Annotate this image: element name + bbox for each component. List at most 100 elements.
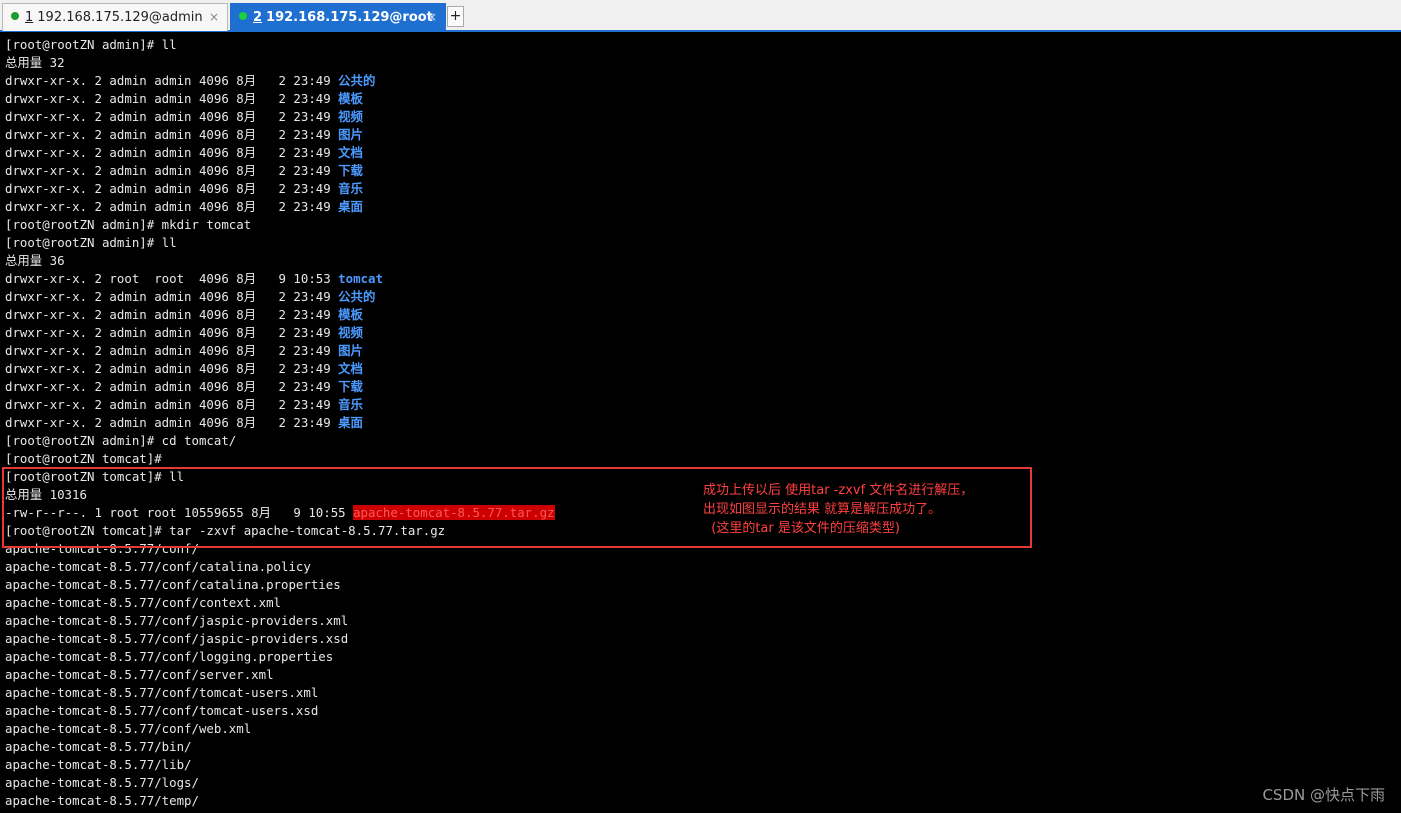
terminal-line: apache-tomcat-8.5.77/conf/jaspic-provide… bbox=[5, 630, 1401, 648]
directory-name: 视频 bbox=[338, 325, 363, 340]
connection-status-icon bbox=[239, 12, 247, 20]
directory-name: 音乐 bbox=[338, 397, 363, 412]
terminal-text: 总用量 32 bbox=[5, 55, 65, 70]
directory-name: 桌面 bbox=[338, 415, 363, 430]
annotation-line: (这里的tar 是该文件的压缩类型) bbox=[703, 521, 900, 536]
terminal-line: apache-tomcat-8.5.77/lib/ bbox=[5, 756, 1401, 774]
terminal-line: drwxr-xr-x. 2 admin admin 4096 8月 2 23:4… bbox=[5, 126, 1401, 144]
directory-name: 下载 bbox=[338, 163, 363, 178]
directory-name: 文档 bbox=[338, 145, 363, 160]
annotation-line: 成功上传以后 使用tar -zxvf 文件名进行解压， bbox=[703, 483, 974, 498]
terminal-line: drwxr-xr-x. 2 admin admin 4096 8月 2 23:4… bbox=[5, 144, 1401, 162]
directory-name: 视频 bbox=[338, 109, 363, 124]
terminal-line: [root@rootZN admin]# cd tomcat/ bbox=[5, 432, 1401, 450]
terminal-text: apache-tomcat-8.5.77/temp/ bbox=[5, 793, 199, 808]
directory-name: 模板 bbox=[338, 307, 363, 322]
terminal-line: drwxr-xr-x. 2 admin admin 4096 8月 2 23:4… bbox=[5, 198, 1401, 216]
terminal-text: drwxr-xr-x. 2 admin admin 4096 8月 2 23:4… bbox=[5, 91, 339, 106]
terminal-line: apache-tomcat-8.5.77/conf/context.xml bbox=[5, 594, 1401, 612]
terminal-line: drwxr-xr-x. 2 admin admin 4096 8月 2 23:4… bbox=[5, 180, 1401, 198]
terminal-line: [root@rootZN admin]# mkdir tomcat bbox=[5, 216, 1401, 234]
terminal-text: drwxr-xr-x. 2 root root 4096 8月 9 10:53 bbox=[5, 271, 339, 286]
terminal-line: drwxr-xr-x. 2 admin admin 4096 8月 2 23:4… bbox=[5, 324, 1401, 342]
tab-session-1[interactable]: 1 192.168.175.129@admin × bbox=[2, 3, 228, 31]
tab-session-2[interactable]: 2 192.168.175.129@root × bbox=[230, 3, 446, 31]
terminal-text: drwxr-xr-x. 2 admin admin 4096 8月 2 23:4… bbox=[5, 199, 339, 214]
terminal-text: drwxr-xr-x. 2 admin admin 4096 8月 2 23:4… bbox=[5, 325, 339, 340]
terminal-text: drwxr-xr-x. 2 admin admin 4096 8月 2 23:4… bbox=[5, 145, 339, 160]
terminal-line: drwxr-xr-x. 2 admin admin 4096 8月 2 23:4… bbox=[5, 378, 1401, 396]
terminal-line: drwxr-xr-x. 2 root root 4096 8月 9 10:53 … bbox=[5, 270, 1401, 288]
connection-status-icon bbox=[11, 12, 19, 20]
terminal-line: [root@rootZN admin]# ll bbox=[5, 234, 1401, 252]
terminal-line: apache-tomcat-8.5.77/conf/server.xml bbox=[5, 666, 1401, 684]
directory-name: 音乐 bbox=[338, 181, 363, 196]
terminal-line: 总用量 32 bbox=[5, 54, 1401, 72]
directory-name: 图片 bbox=[338, 127, 363, 142]
terminal-text: drwxr-xr-x. 2 admin admin 4096 8月 2 23:4… bbox=[5, 181, 339, 196]
annotation-note: 成功上传以后 使用tar -zxvf 文件名进行解压， 出现如图显示的结果 就算… bbox=[703, 481, 1023, 538]
terminal-text: [root@rootZN tomcat]# bbox=[5, 451, 162, 466]
terminal-text: apache-tomcat-8.5.77/conf/tomcat-users.x… bbox=[5, 703, 319, 718]
terminal-line: apache-tomcat-8.5.77/temp/ bbox=[5, 792, 1401, 810]
terminal-line: [root@rootZN tomcat]# bbox=[5, 450, 1401, 468]
terminal-text: apache-tomcat-8.5.77/conf/catalina.prope… bbox=[5, 577, 341, 592]
terminal-line: drwxr-xr-x. 2 admin admin 4096 8月 2 23:4… bbox=[5, 360, 1401, 378]
terminal-line: [root@rootZN admin]# ll bbox=[5, 36, 1401, 54]
close-icon[interactable]: × bbox=[209, 4, 219, 31]
terminal-text: drwxr-xr-x. 2 admin admin 4096 8月 2 23:4… bbox=[5, 109, 339, 124]
terminal-text: apache-tomcat-8.5.77/conf/web.xml bbox=[5, 721, 252, 736]
tab-label: 192.168.175.129@root bbox=[266, 10, 433, 25]
terminal-line: apache-tomcat-8.5.77/conf/tomcat-users.x… bbox=[5, 684, 1401, 702]
terminal-output[interactable]: [root@rootZN admin]# ll 总用量 32 drwxr-xr-x.… bbox=[0, 33, 1401, 813]
terminal-line: apache-tomcat-8.5.77/conf/catalina.polic… bbox=[5, 558, 1401, 576]
tab-bar: 1 192.168.175.129@admin × 2 192.168.175.12… bbox=[0, 0, 1401, 32]
terminal-text: drwxr-xr-x. 2 admin admin 4096 8月 2 23:4… bbox=[5, 289, 339, 304]
terminal-line: drwxr-xr-x. 2 admin admin 4096 8月 2 23:4… bbox=[5, 288, 1401, 306]
terminal-text: apache-tomcat-8.5.77/conf/tomcat-users.x… bbox=[5, 685, 319, 700]
terminal-line: drwxr-xr-x. 2 admin admin 4096 8月 2 23:4… bbox=[5, 162, 1401, 180]
terminal-text: apache-tomcat-8.5.77/conf/catalina.polic… bbox=[5, 559, 311, 574]
directory-name: 文档 bbox=[338, 361, 363, 376]
terminal-line: apache-tomcat-8.5.77/conf/web.xml bbox=[5, 720, 1401, 738]
directory-name: 桌面 bbox=[338, 199, 363, 214]
terminal-text: drwxr-xr-x. 2 admin admin 4096 8月 2 23:4… bbox=[5, 397, 339, 412]
terminal-line: apache-tomcat-8.5.77/logs/ bbox=[5, 774, 1401, 792]
terminal-text: drwxr-xr-x. 2 admin admin 4096 8月 2 23:4… bbox=[5, 127, 339, 142]
terminal-text: apache-tomcat-8.5.77/conf/jaspic-provide… bbox=[5, 631, 349, 646]
terminal-text: drwxr-xr-x. 2 admin admin 4096 8月 2 23:4… bbox=[5, 379, 339, 394]
terminal-line: apache-tomcat-8.5.77/bin/ bbox=[5, 738, 1401, 756]
terminal-text: 总用量 36 bbox=[5, 253, 65, 268]
terminal-text: apache-tomcat-8.5.77/conf/context.xml bbox=[5, 595, 282, 610]
terminal-text: [root@rootZN admin]# cd tomcat/ bbox=[5, 433, 237, 448]
terminal-line: drwxr-xr-x. 2 admin admin 4096 8月 2 23:4… bbox=[5, 72, 1401, 90]
new-tab-button[interactable]: + bbox=[447, 6, 464, 27]
terminal-text: apache-tomcat-8.5.77/conf/jaspic-provide… bbox=[5, 613, 349, 628]
terminal-line: apache-tomcat-8.5.77/conf/jaspic-provide… bbox=[5, 612, 1401, 630]
terminal-line: drwxr-xr-x. 2 admin admin 4096 8月 2 23:4… bbox=[5, 396, 1401, 414]
terminal-text: drwxr-xr-x. 2 admin admin 4096 8月 2 23:4… bbox=[5, 361, 339, 376]
directory-name: 公共的 bbox=[338, 73, 376, 88]
directory-name: 下载 bbox=[338, 379, 363, 394]
terminal-line: drwxr-xr-x. 2 admin admin 4096 8月 2 23:4… bbox=[5, 342, 1401, 360]
directory-name: tomcat bbox=[338, 271, 383, 286]
close-icon[interactable]: × bbox=[427, 4, 437, 31]
tab-number: 2 bbox=[253, 10, 263, 25]
terminal-text: apache-tomcat-8.5.77/conf/server.xml bbox=[5, 667, 274, 682]
watermark: CSDN @快点下雨 bbox=[1262, 786, 1385, 804]
directory-name: 图片 bbox=[338, 343, 363, 358]
terminal-line: apache-tomcat-8.5.77/conf/catalina.prope… bbox=[5, 576, 1401, 594]
terminal-text: [root@rootZN admin]# ll bbox=[5, 37, 177, 52]
terminal-line: apache-tomcat-8.5.77/conf/tomcat-users.x… bbox=[5, 702, 1401, 720]
terminal-text: [root@rootZN admin]# ll bbox=[5, 235, 177, 250]
terminal-text: drwxr-xr-x. 2 admin admin 4096 8月 2 23:4… bbox=[5, 343, 339, 358]
directory-name: 模板 bbox=[338, 91, 363, 106]
terminal-line: drwxr-xr-x. 2 admin admin 4096 8月 2 23:4… bbox=[5, 306, 1401, 324]
terminal-line: drwxr-xr-x. 2 admin admin 4096 8月 2 23:4… bbox=[5, 108, 1401, 126]
terminal-text: drwxr-xr-x. 2 admin admin 4096 8月 2 23:4… bbox=[5, 73, 339, 88]
terminal-text: apache-tomcat-8.5.77/bin/ bbox=[5, 739, 192, 754]
directory-name: 公共的 bbox=[338, 289, 376, 304]
tab-label: 192.168.175.129@admin bbox=[37, 10, 203, 25]
terminal-text: apache-tomcat-8.5.77/logs/ bbox=[5, 775, 199, 790]
terminal-text: apache-tomcat-8.5.77/conf/logging.proper… bbox=[5, 649, 334, 664]
